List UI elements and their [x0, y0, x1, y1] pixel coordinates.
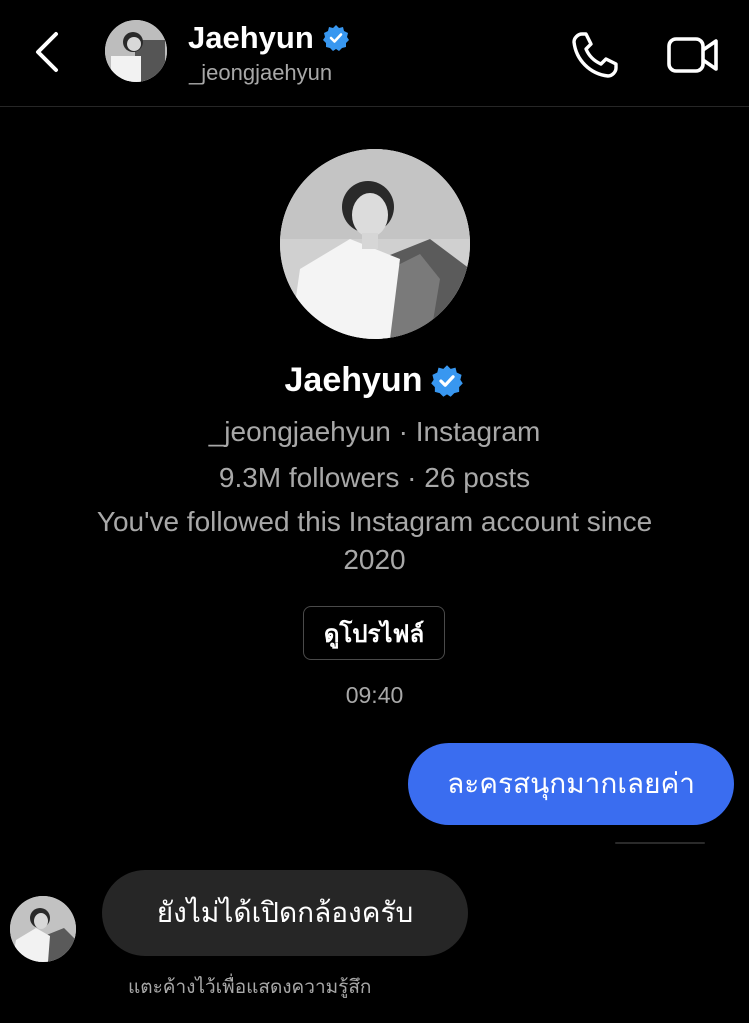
follow-since-line-1: You've followed this Instagram account s…: [96, 506, 653, 537]
message-timestamp: 09:40: [345, 682, 404, 708]
profile-avatar[interactable]: [280, 149, 470, 339]
video-camera-icon[interactable]: [664, 28, 722, 82]
react-hint: แตะค้างไว้เพื่อแสดงความรู้สึก: [128, 976, 372, 998]
view-profile-button[interactable]: ดูโปรไฟล์: [303, 606, 445, 660]
outgoing-message[interactable]: ละครสนุกมากเลยค่า: [408, 743, 734, 825]
header-name: Jaehyun: [188, 20, 314, 55]
avatar[interactable]: [105, 20, 167, 82]
header-title[interactable]: Jaehyun: [188, 18, 350, 58]
header-username: _jeongjaehyun: [189, 60, 333, 85]
profile-handle-line: _jeongjaehyun · Instagram: [208, 416, 541, 447]
chevron-left-icon[interactable]: [30, 28, 70, 76]
profile-name: Jaehyun: [284, 361, 423, 399]
chat-header: Jaehyun _jeongjaehyun: [0, 0, 749, 107]
incoming-message[interactable]: ยังไม่ได้เปิดกล้องครับ: [102, 870, 468, 956]
sender-avatar[interactable]: [10, 896, 76, 962]
verified-badge-icon: [322, 25, 349, 51]
follow-since-line-2: 2020: [343, 544, 406, 575]
verified-badge-icon: [431, 364, 464, 397]
profile-name-row: Jaehyun: [0, 361, 749, 400]
phone-icon[interactable]: [568, 28, 622, 82]
message-divider: [615, 842, 705, 844]
profile-stats-line: 9.3M followers · 26 posts: [218, 462, 531, 493]
